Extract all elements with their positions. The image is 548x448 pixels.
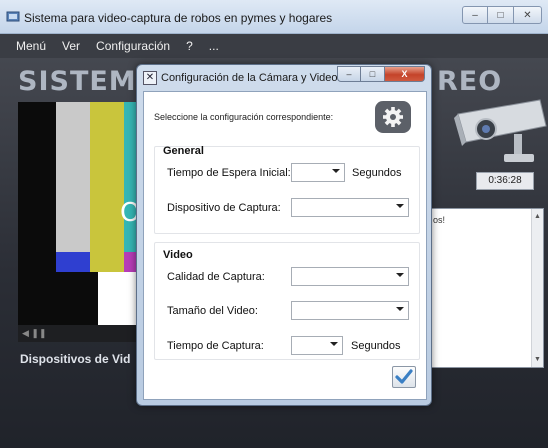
video-size-select[interactable]	[291, 301, 409, 320]
capture-quality-select[interactable]	[291, 267, 409, 286]
general-group: General Tiempo de Espera Inicial: Segund…	[154, 145, 420, 234]
dialog-body: Seleccione la configuración correspondie…	[143, 91, 427, 400]
chevron-down-icon	[330, 342, 338, 346]
clock-display: 0:36:28	[476, 172, 534, 190]
menu-item-more[interactable]: ...	[209, 39, 219, 53]
minimize-button[interactable]: –	[462, 6, 488, 24]
security-camera-icon	[454, 99, 547, 162]
video-playback-control[interactable]: ◀ ❚❚	[18, 325, 136, 342]
log-scrollbar[interactable]: ▲ ▼	[531, 209, 543, 367]
close-button[interactable]: ✕	[514, 6, 542, 24]
window-controls: – □ ✕	[462, 6, 542, 24]
capture-time-unit: Segundos	[351, 340, 401, 352]
scroll-down-icon[interactable]: ▼	[534, 356, 541, 363]
log-text: os!	[433, 215, 446, 225]
capture-device-label: Dispositivo de Captura:	[167, 202, 281, 214]
dialog-close-button[interactable]: X	[385, 66, 425, 82]
dialog-controls: – □ X	[337, 66, 425, 82]
test-pattern-bar	[124, 252, 136, 272]
chevron-down-icon	[396, 307, 404, 311]
video-preview: O	[18, 102, 140, 342]
test-pattern-bar	[90, 102, 124, 272]
banner-title-right: REO	[437, 66, 503, 97]
devices-label: Dispositivos de Vid	[20, 352, 131, 366]
settings-gear-icon[interactable]	[374, 100, 412, 134]
dialog-maximize-button[interactable]: □	[361, 66, 385, 82]
video-group-title: Video	[163, 249, 193, 261]
dialog-titlebar: ✕ Configuración de la Cámara y Video – □…	[137, 65, 431, 91]
wait-time-label: Tiempo de Espera Inicial:	[167, 167, 291, 179]
wait-time-select[interactable]	[291, 163, 345, 182]
capture-device-select[interactable]	[291, 198, 409, 217]
menu-item-help[interactable]: ?	[186, 39, 193, 53]
scroll-up-icon[interactable]: ▲	[534, 213, 541, 220]
wait-time-unit: Segundos	[352, 167, 402, 179]
menu-item-configuracion[interactable]: Configuración	[96, 39, 170, 53]
general-group-title: General	[163, 145, 204, 157]
video-size-label: Tamaño del Video:	[167, 305, 258, 317]
test-pattern-block	[98, 272, 136, 327]
chevron-down-icon	[396, 204, 404, 208]
menu-bar: Menú Ver Configuración ? ...	[0, 34, 548, 58]
menu-item-menu[interactable]: Menú	[16, 39, 46, 53]
app-icon	[6, 11, 20, 22]
dialog-app-icon: ✕	[143, 71, 157, 85]
video-group: Video Calidad de Captura: Tamaño del Vid…	[154, 242, 420, 360]
chevron-down-icon	[332, 169, 340, 173]
config-prompt: Seleccione la configuración correspondie…	[154, 112, 334, 122]
capture-time-select[interactable]	[291, 336, 343, 355]
chevron-down-icon	[396, 273, 404, 277]
test-pattern-bar	[56, 252, 90, 272]
dialog-title: Configuración de la Cámara y Video	[161, 72, 338, 84]
capture-time-label: Tiempo de Captura:	[167, 340, 264, 352]
test-pattern-bar	[56, 102, 90, 272]
test-pattern-bar	[124, 102, 136, 272]
maximize-button[interactable]: □	[488, 6, 514, 24]
dialog-minimize-button[interactable]: –	[337, 66, 361, 82]
window-title: Sistema para video-captura de robos en p…	[24, 11, 333, 25]
test-pattern-bar	[18, 102, 36, 272]
checkmark-icon	[395, 369, 413, 384]
main-titlebar: Sistema para video-captura de robos en p…	[0, 0, 548, 34]
log-panel[interactable]: os! ▲ ▼	[428, 208, 544, 368]
menu-item-ver[interactable]: Ver	[62, 39, 80, 53]
capture-quality-label: Calidad de Captura:	[167, 271, 265, 283]
camera-config-dialog: ✕ Configuración de la Cámara y Video – □…	[136, 64, 432, 406]
accept-button[interactable]	[392, 366, 416, 388]
